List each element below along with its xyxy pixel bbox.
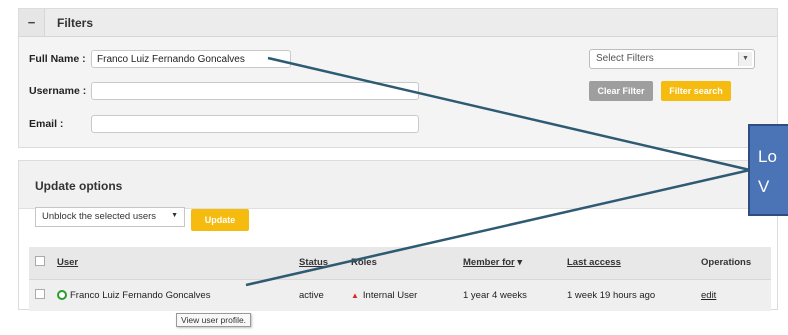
update-options-header [19,161,777,209]
filters-panel: − Filters Full Name : Username : Email :… [18,8,778,148]
operations-cell: edit [695,279,771,311]
update-options-title: Update options [35,179,123,193]
collapse-toggle-button[interactable]: − [19,9,45,36]
username-input[interactable] [91,82,419,100]
member-for-cell: 1 year 4 weeks [457,279,561,311]
callout-line-1: Lo [758,147,777,166]
table-row: Franco Luiz Fernando Goncalves active ▲ I… [29,279,771,311]
annotation-callout: Lo V [748,124,788,216]
row-select-cell [29,279,51,311]
header-roles: Roles [345,247,457,280]
header-status[interactable]: Status [293,247,345,280]
email-row: Email : [29,115,419,133]
bulk-action-value: Unblock the selected users [42,211,157,222]
select-all-checkbox[interactable] [35,256,45,267]
role-label: Internal User [362,289,418,301]
username-label: Username : [29,85,87,97]
header-operations: Operations [695,247,771,280]
users-table: User Status Roles Member for ▾ Last acce… [29,247,771,311]
callout-line-2: V [758,177,770,196]
username-row: Username : [29,82,419,100]
chevron-down-icon: ▼ [738,52,752,66]
user-profile-tooltip: View user profile. [176,313,252,327]
email-input[interactable] [91,115,419,133]
filters-title: Filters [57,15,94,30]
clear-filter-button[interactable]: Clear Filter [589,81,653,101]
email-label: Email : [29,118,64,130]
edit-link[interactable]: edit [701,290,716,301]
select-filters-value: Select Filters [596,53,654,64]
bulk-action-select[interactable]: Unblock the selected users ▼ [35,207,185,227]
filter-search-button[interactable]: Filter search [661,81,731,101]
user-status-icon [57,290,67,301]
table-header-row: User Status Roles Member for ▾ Last acce… [29,247,771,280]
select-filters-dropdown[interactable]: Select Filters ▼ [589,49,755,69]
role-marker-icon: ▲ [351,290,359,300]
row-checkbox[interactable] [35,288,45,299]
update-options-panel: Update options Unblock the selected user… [18,160,778,311]
user-name-link[interactable]: Franco Luiz Fernando Goncalves [70,290,210,301]
user-cell: Franco Luiz Fernando Goncalves [51,279,293,311]
full-name-input[interactable] [91,50,291,68]
select-all-cell [29,247,51,280]
update-button[interactable]: Update [191,209,249,231]
full-name-row: Full Name : [29,50,291,68]
chevron-down-icon: ▼ [171,212,178,219]
header-member-for[interactable]: Member for ▾ [457,247,561,280]
filters-header: − Filters [19,9,777,37]
full-name-label: Full Name : [29,53,86,65]
header-user[interactable]: User [51,247,293,280]
header-last-access[interactable]: Last access [561,247,695,280]
last-access-cell: 1 week 19 hours ago [561,279,695,311]
role-cell: ▲ Internal User [345,279,457,311]
status-cell: active [293,279,345,311]
